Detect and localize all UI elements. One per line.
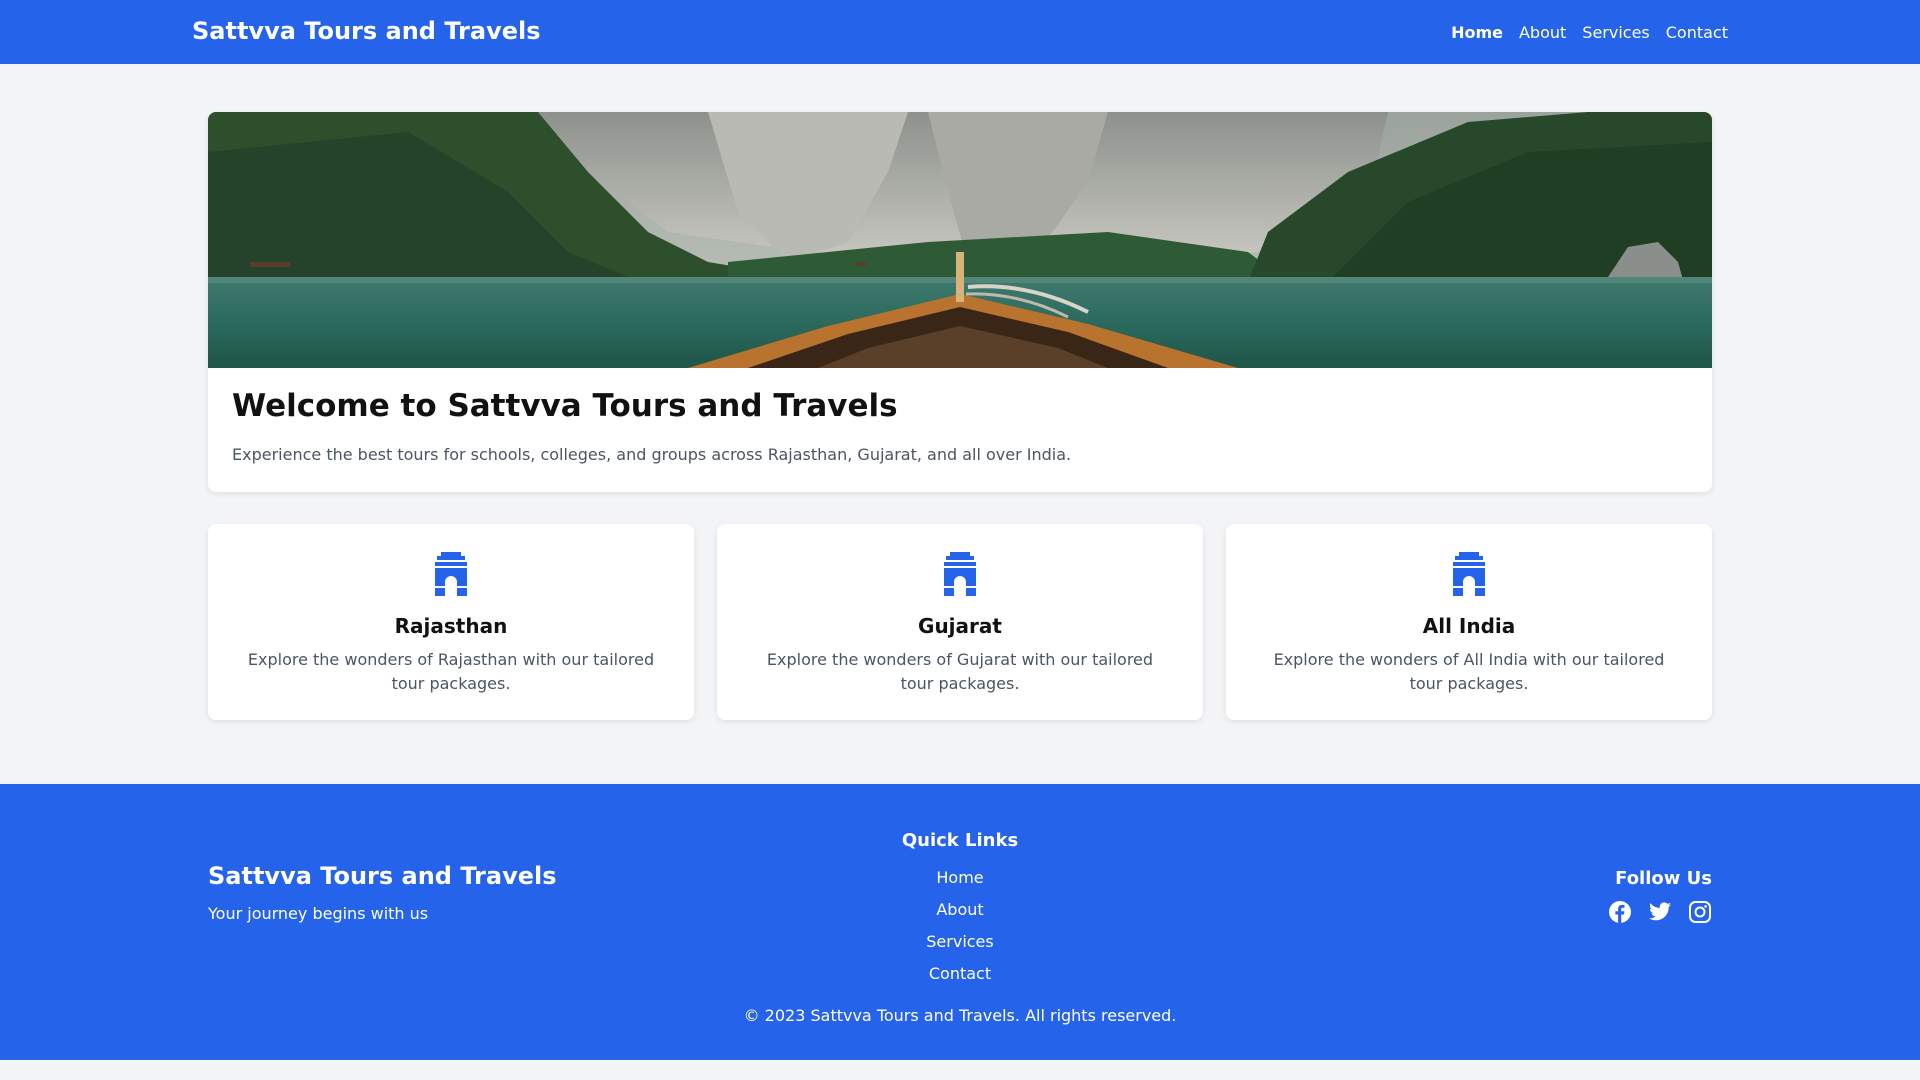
footer-link-contact[interactable]: Contact [929,964,991,983]
list-item: Contact [860,958,1060,990]
twitter-icon[interactable] [1648,900,1672,924]
hero-subtitle: Experience the best tours for schools, c… [232,445,1072,464]
footer-tagline: Your journey begins with us [208,904,429,923]
card-title: Gujarat [918,614,1002,638]
hero-card: Welcome to Sattvva Tours and Travels Exp… [208,112,1712,492]
card-title: All India [1422,614,1516,638]
card-description: Explore the wonders of Gujarat with our … [766,650,1154,693]
follow-us-title: Follow Us [1615,868,1712,889]
footer-brand: Sattvva Tours and Travels [208,862,557,890]
list-item: About [860,894,1060,926]
list-item: Home [860,862,1060,894]
footer-link-about[interactable]: About [936,900,983,919]
nav-link-contact[interactable]: Contact [1666,23,1728,42]
tour-card-rajasthan[interactable]: Rajasthan Explore the wonders of Rajasth… [208,524,694,720]
quick-links-title: Quick Links [901,830,1019,851]
facebook-icon[interactable] [1608,900,1632,924]
nav-link-home[interactable]: Home [1451,23,1503,42]
india-gate-icon [435,552,467,596]
nav-link-services[interactable]: Services [1582,23,1649,42]
list-item: Services [860,926,1060,958]
india-gate-icon [944,552,976,596]
india-gate-icon [1453,552,1485,596]
tour-card-all-india[interactable]: All India Explore the wonders of All Ind… [1226,524,1712,720]
social-links [1608,900,1712,924]
footer-link-home[interactable]: Home [936,868,983,887]
copyright-text: © 2023 Sattvva Tours and Travels. All ri… [743,1006,1177,1025]
nav-link-about[interactable]: About [1519,23,1566,42]
card-title: Rajasthan [394,614,508,638]
hero-image-lake-boat [208,112,1712,368]
card-description: Explore the wonders of Rajasthan with ou… [247,650,655,693]
footer-link-services[interactable]: Services [926,932,993,951]
main-nav: Home About Services Contact [1451,0,1728,64]
navbar: Sattvva Tours and Travels Home About Ser… [0,0,1920,64]
hero-title: Welcome to Sattvva Tours and Travels [232,388,898,424]
site-brand[interactable]: Sattvva Tours and Travels [192,0,541,64]
quick-links: Home About Services Contact [860,862,1060,990]
tour-card-gujarat[interactable]: Gujarat Explore the wonders of Gujarat w… [717,524,1203,720]
footer: Sattvva Tours and Travels Your journey b… [0,784,1920,1060]
card-description: Explore the wonders of All India with ou… [1273,650,1665,693]
instagram-icon[interactable] [1688,900,1712,924]
